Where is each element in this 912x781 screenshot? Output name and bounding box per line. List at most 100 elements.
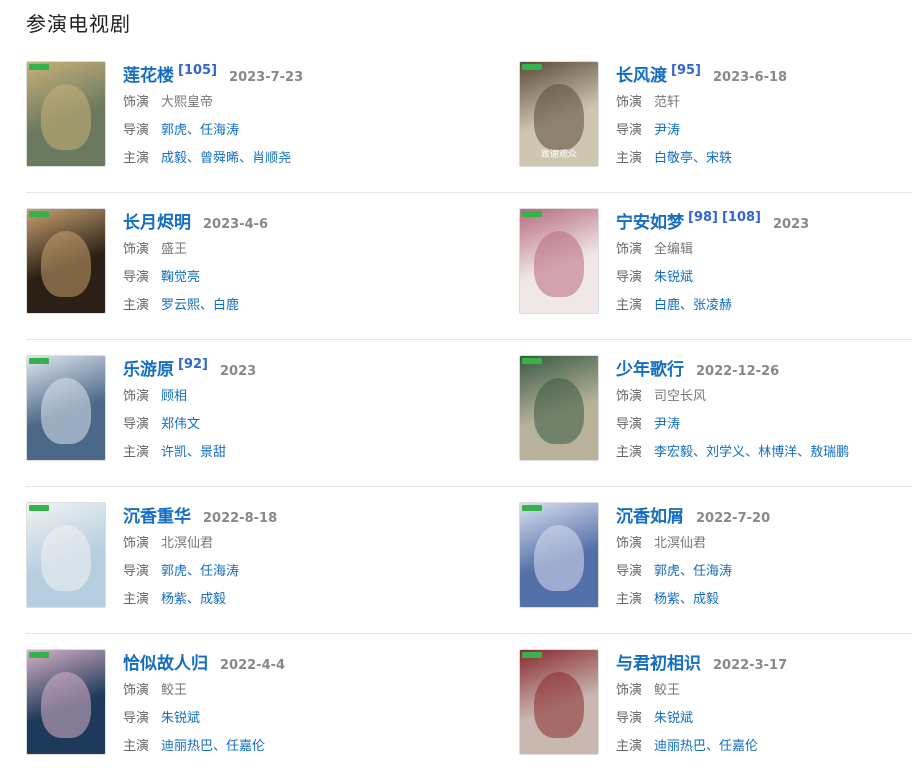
drama-title-link[interactable]: 与君初相识 [616,649,701,674]
drama-title-link[interactable]: 沉香重华 [123,502,191,527]
title-line: 长风渡 [95] 2023-6-18 [616,61,787,89]
drama-poster[interactable] [519,649,599,755]
director-label: 导演 [123,417,150,432]
drama-title-link[interactable]: 宁安如梦 [616,208,684,233]
actor-link[interactable]: 李宏毅 [654,445,693,460]
actor-link[interactable]: 刘学义 [706,445,745,460]
drama-title-link[interactable]: 沉香如屑 [616,502,684,527]
drama-title-link[interactable]: 长月烬明 [123,208,191,233]
director-link[interactable]: 尹涛 [654,417,680,432]
director-link[interactable]: 尹涛 [654,123,680,138]
actor-link[interactable]: 任嘉伦 [226,739,265,754]
starring-label: 主演 [616,592,643,607]
drama-poster[interactable] [519,502,599,608]
reference-link[interactable]: [105] [178,63,217,78]
director-line: 导演 郭虎、任海涛 [123,117,303,145]
actor-link[interactable]: 任嘉伦 [719,739,758,754]
drama-title-link[interactable]: 少年歌行 [616,355,684,380]
release-date: 2023 [773,217,810,232]
director-label: 导演 [123,711,150,726]
starring-label: 主演 [123,445,150,460]
reference-link[interactable]: [95] [671,63,701,78]
director-line: 导演 尹涛 [616,117,787,145]
actor-link[interactable]: 杨紫 [654,592,680,607]
separator: 、 [680,298,694,313]
actor-link[interactable]: 白鹿 [654,298,680,313]
drama-title-link[interactable]: 莲花楼 [123,61,174,86]
title-line: 恰似故人归 2022-4-4 [123,649,285,677]
role-label: 饰演 [123,242,150,257]
drama-title-link[interactable]: 恰似故人归 [123,649,208,674]
drama-title-link[interactable]: 长风渡 [616,61,667,86]
role-name: 鲛王 [654,683,681,698]
actor-link[interactable]: 杨紫 [161,592,187,607]
drama-poster[interactable] [26,208,106,314]
poster-figure [41,84,91,150]
actor-link[interactable]: 林博洋 [758,445,797,460]
drama-item: 与君初相识 2022-3-17 饰演 鲛王 导演 朱锐斌 主演 迪丽热巴、任嘉伦 [519,634,912,781]
starring-line: 主演 许凯、景甜 [123,439,256,467]
separator: 、 [797,445,811,460]
poster-figure [41,672,91,738]
director-link[interactable]: 郑伟文 [161,417,200,432]
role-line: 饰演 鲛王 [616,677,787,705]
role-name[interactable]: 顾相 [161,389,187,404]
drama-poster[interactable] [26,649,106,755]
role-name: 全编辑 [654,242,694,257]
drama-poster[interactable]: 致谢观众 [519,61,599,167]
director-link[interactable]: 任海涛 [693,564,732,579]
starring-label: 主演 [616,739,643,754]
director-link[interactable]: 郭虎 [654,564,680,579]
director-link[interactable]: 朱锐斌 [654,270,693,285]
director-label: 导演 [616,564,643,579]
drama-poster[interactable] [519,208,599,314]
drama-item: 沉香重华 2022-8-18 饰演 北溟仙君 导演 郭虎、任海涛 主演 杨紫、成毅 [26,487,519,633]
drama-item: 沉香如屑 2022-7-20 饰演 北溟仙君 导演 郭虎、任海涛 主演 杨紫、成毅 [519,487,912,633]
reference-link[interactable]: [98] [688,210,718,225]
director-link[interactable]: 朱锐斌 [654,711,693,726]
actor-link[interactable]: 成毅 [693,592,719,607]
separator: 、 [239,151,253,166]
actor-link[interactable]: 肖顺尧 [252,151,291,166]
actor-link[interactable]: 敖瑞鹏 [810,445,849,460]
poster-badge [29,64,49,70]
director-link[interactable]: 郭虎 [161,564,187,579]
poster-figure [41,231,91,297]
director-label: 导演 [616,417,643,432]
actor-link[interactable]: 迪丽热巴 [654,739,706,754]
actor-link[interactable]: 迪丽热巴 [161,739,213,754]
drama-poster[interactable] [26,502,106,608]
separator: 、 [706,739,720,754]
director-link[interactable]: 朱锐斌 [161,711,200,726]
drama-row: 沉香重华 2022-8-18 饰演 北溟仙君 导演 郭虎、任海涛 主演 杨紫、成毅 沉香如屑 20… [26,487,912,634]
actor-link[interactable]: 景甜 [200,445,226,460]
reference-link[interactable]: [108] [722,210,761,225]
drama-info: 与君初相识 2022-3-17 饰演 鲛王 导演 朱锐斌 主演 迪丽热巴、任嘉伦 [616,649,787,781]
director-line: 导演 郑伟文 [123,411,256,439]
separator: 、 [187,123,201,138]
actor-link[interactable]: 白鹿 [213,298,239,313]
director-link[interactable]: 鞠觉亮 [161,270,200,285]
actor-link[interactable]: 成毅 [161,151,187,166]
drama-poster[interactable] [26,355,106,461]
actor-link[interactable]: 曾舜晞 [200,151,239,166]
actor-link[interactable]: 张凌赫 [693,298,732,313]
reference-link[interactable]: [92] [178,357,208,372]
actor-link[interactable]: 成毅 [200,592,226,607]
director-label: 导演 [123,564,150,579]
role-name: 盛王 [161,242,188,257]
director-link[interactable]: 郭虎 [161,123,187,138]
drama-poster[interactable] [519,355,599,461]
release-date: 2023-6-18 [712,70,788,85]
drama-poster[interactable] [26,61,106,167]
actor-link[interactable]: 罗云熙 [161,298,200,313]
role-label: 饰演 [616,389,643,404]
actor-link[interactable]: 宋轶 [706,151,732,166]
drama-title-link[interactable]: 乐游原 [123,355,174,380]
separator: 、 [187,592,201,607]
separator: 、 [187,564,201,579]
actor-link[interactable]: 白敬亭 [654,151,693,166]
actor-link[interactable]: 许凯 [161,445,187,460]
director-link[interactable]: 任海涛 [200,564,239,579]
director-link[interactable]: 任海涛 [200,123,239,138]
